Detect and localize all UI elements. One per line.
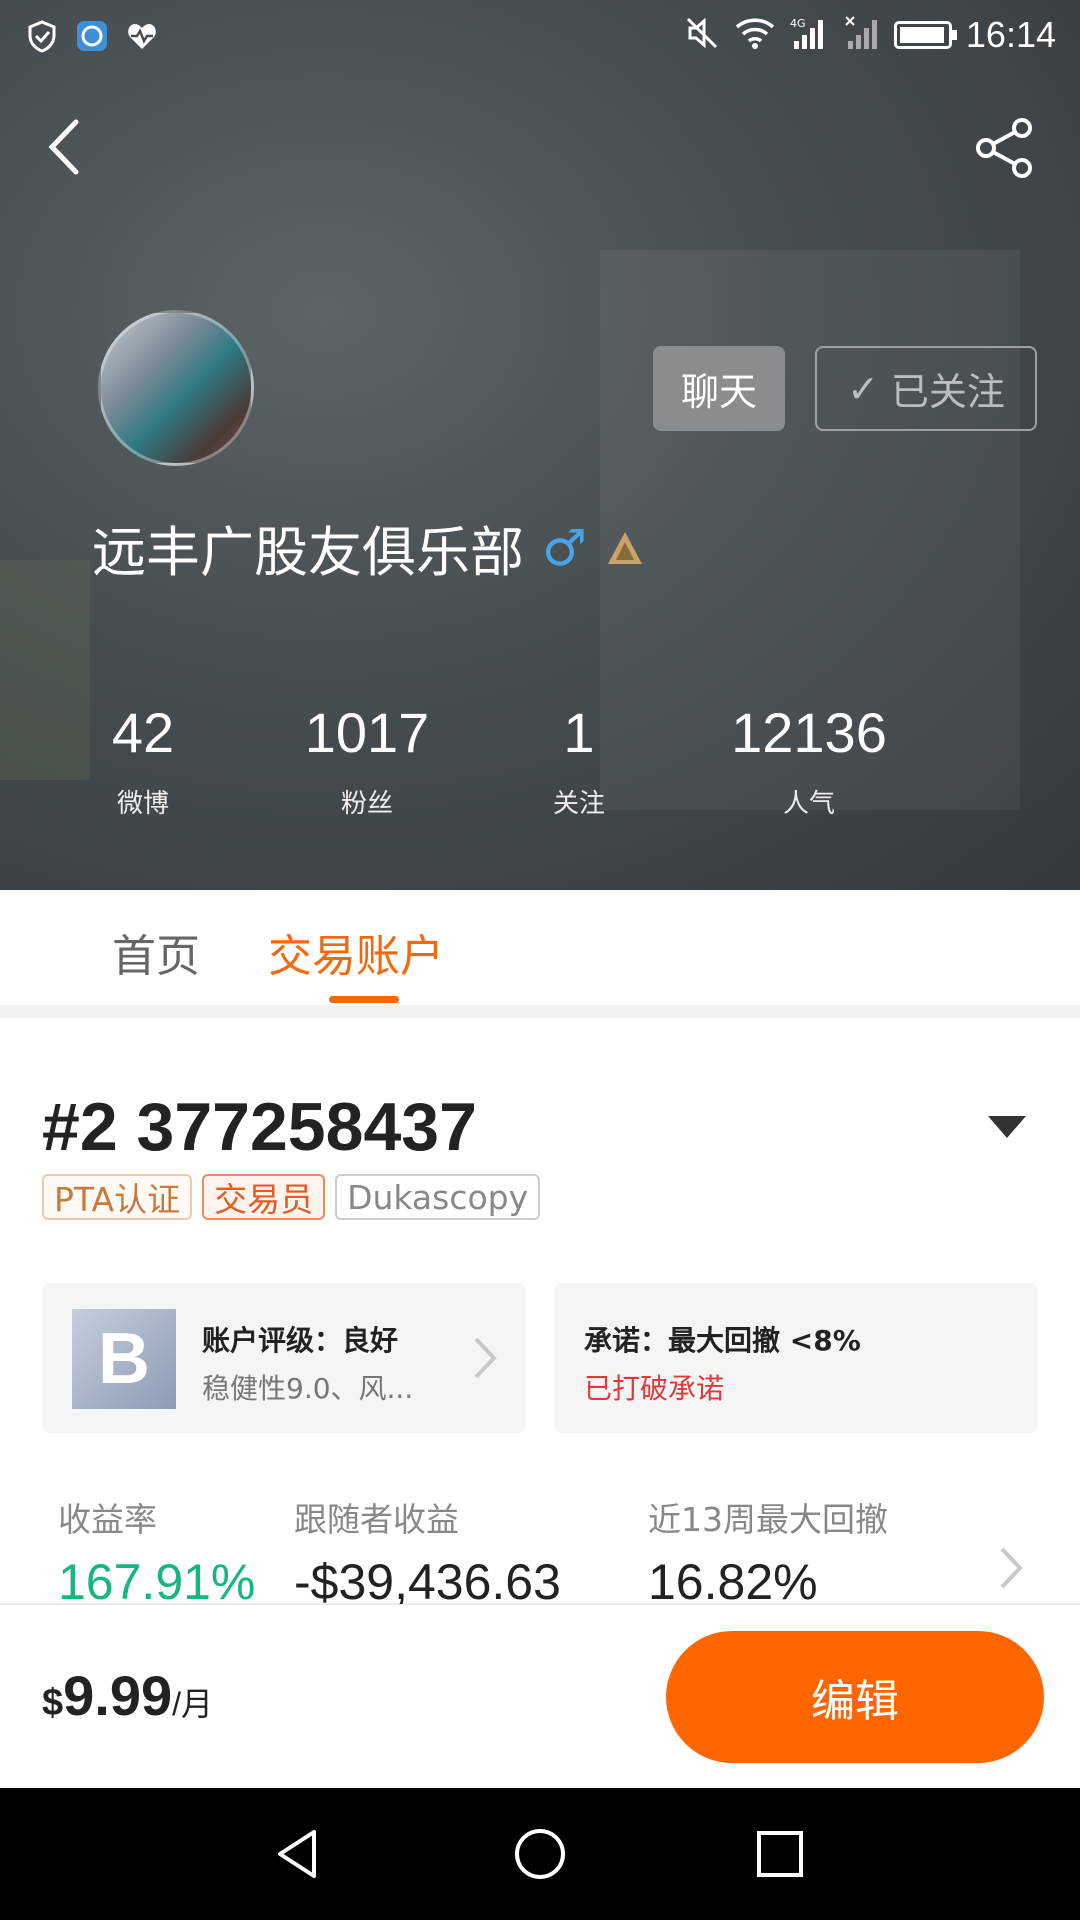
system-nav-bar (0, 1788, 1080, 1920)
account-tags: PTA认证 交易员 Dukascopy (42, 1174, 541, 1220)
rating-title: 账户评级：良好 (202, 1324, 399, 1357)
check-icon: ✓ (847, 366, 879, 411)
chevron-right-icon (474, 1337, 497, 1379)
profile-name-row: 远丰广股友俱乐部 ♂ (92, 508, 645, 587)
follow-button[interactable]: ✓ 已关注 (815, 346, 1037, 431)
stat-fans[interactable]: 1017 粉丝 (257, 700, 477, 820)
price-currency: $ (42, 1682, 64, 1724)
share-icon (976, 118, 1032, 178)
tab-home[interactable]: 首页 (112, 920, 200, 984)
metric-value: 167.91% (58, 1554, 256, 1610)
clock: 16:14 (965, 14, 1056, 55)
account-metrics[interactable]: 收益率 167.91% 跟随者收益 -$39,436.63 近13周最大回撤 1… (0, 1493, 1080, 1610)
shield-check-icon (24, 18, 60, 54)
metric-label: 收益率 (58, 1500, 157, 1539)
avatar[interactable] (98, 310, 254, 466)
stat-weibo[interactable]: 42 微博 (33, 700, 253, 820)
follow-button-label: 已关注 (890, 370, 1005, 414)
svg-text:4G: 4G (790, 17, 806, 30)
tag-pta: PTA认证 (42, 1174, 193, 1220)
share-button[interactable] (970, 112, 1040, 182)
trade-account-panel: #2 377258437 PTA认证 交易员 Dukascopy B 账户评级：… (0, 1018, 1080, 1610)
active-tab-indicator (329, 996, 399, 1003)
promise-card: 承诺：最大回撤 <8% 已打破承诺 (554, 1283, 1038, 1433)
stat-value: 42 (111, 701, 175, 764)
tag-broker: Dukascopy (335, 1174, 541, 1220)
battery-icon (893, 21, 957, 49)
metric-follower-profit: 跟随者收益 -$39,436.63 (294, 1493, 561, 1611)
metric-value: 16.82% (648, 1554, 818, 1610)
tag-trader: 交易员 (202, 1174, 326, 1220)
subscription-price: $ 9.99 /月 (42, 1663, 213, 1728)
rating-grade-badge: B (72, 1309, 176, 1409)
heartbeat-icon (124, 18, 160, 54)
metric-value: -$39,436.63 (294, 1554, 561, 1610)
wifi-icon (734, 15, 776, 55)
stat-popularity: 12136 人气 (699, 700, 919, 820)
metric-label: 近13周最大回撤 (648, 1500, 888, 1539)
nav-recents-icon[interactable] (752, 1826, 808, 1882)
edit-button[interactable]: 编辑 (666, 1631, 1044, 1763)
profile-stats: 42 微博 1017 粉丝 1 关注 12136 人气 (0, 700, 1080, 850)
signal-4g-icon: 4G (790, 15, 830, 55)
stat-label: 关注 (552, 789, 605, 819)
account-dropdown-icon[interactable] (988, 1116, 1026, 1138)
account-rating-card[interactable]: B 账户评级：良好 稳健性9.0、风... (42, 1283, 526, 1433)
level-badge-icon (607, 531, 642, 564)
status-bar: 4G 16:14 (0, 0, 1080, 72)
metric-max-drawdown: 近13周最大回撤 16.82% (648, 1493, 888, 1611)
male-icon: ♂ (542, 518, 587, 577)
profile-header: 4G 16:14 聊天 ✓ 已关注 远丰广股友俱乐部 ♂ 42 微博 1017 … (0, 0, 1080, 890)
profile-tabs: 首页 交易账户 (0, 890, 1080, 1005)
signal-no-sim-icon (844, 15, 880, 55)
price-amount: 9.99 (63, 1664, 173, 1727)
stat-value: 12136 (731, 701, 887, 764)
nav-back-icon[interactable] (270, 1826, 326, 1882)
back-button[interactable] (40, 112, 100, 182)
stat-following[interactable]: 1 关注 (469, 700, 689, 820)
stat-value: 1017 (304, 701, 430, 764)
stat-label: 微博 (116, 789, 169, 819)
stat-label: 粉丝 (340, 789, 393, 819)
browser-icon (74, 18, 110, 54)
mute-icon (684, 15, 720, 55)
chevron-right-icon (1000, 1547, 1023, 1589)
tab-trade-account[interactable]: 交易账户 (268, 920, 444, 984)
nav-home-icon[interactable] (512, 1826, 568, 1882)
chat-button[interactable]: 聊天 (653, 346, 785, 431)
rating-detail: 稳健性9.0、风... (202, 1372, 414, 1405)
promise-title: 承诺：最大回撤 <8% (584, 1324, 861, 1357)
stat-value: 1 (563, 701, 595, 764)
price-period: /月 (172, 1686, 214, 1722)
stat-label: 人气 (782, 789, 835, 819)
promise-status: 已打破承诺 (584, 1372, 725, 1405)
profile-name: 远丰广股友俱乐部 (92, 521, 524, 584)
subscription-bar: $ 9.99 /月 编辑 (0, 1604, 1080, 1789)
metric-return: 收益率 167.91% (58, 1493, 255, 1611)
account-title: #2 377258437 (42, 1089, 477, 1165)
metric-label: 跟随者收益 (294, 1500, 459, 1539)
chevron-left-icon (48, 119, 79, 175)
